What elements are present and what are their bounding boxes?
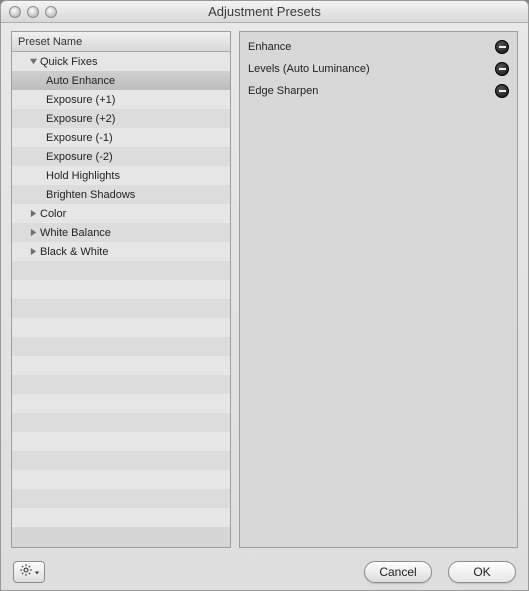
preset-item-label: Auto Enhance	[46, 75, 115, 87]
list-row-empty	[12, 413, 230, 432]
preset-item-exposure-minus-1[interactable]: Exposure (-1)	[12, 128, 230, 147]
list-row-empty	[12, 318, 230, 337]
action-menu-button[interactable]	[13, 561, 45, 583]
list-row-empty	[12, 451, 230, 470]
list-row-empty	[12, 508, 230, 527]
adjustment-label: Levels (Auto Luminance)	[248, 63, 370, 75]
zoom-window-button[interactable]	[45, 6, 57, 18]
list-row-empty	[12, 337, 230, 356]
preset-item-label: Exposure (-1)	[46, 132, 113, 144]
adjustment-row-edge-sharpen[interactable]: Edge Sharpen	[246, 80, 511, 102]
preset-item-auto-enhance[interactable]: Auto Enhance	[12, 71, 230, 90]
preset-group-color[interactable]: Color	[12, 204, 230, 223]
window-controls	[9, 6, 57, 18]
preset-item-brighten-shadows[interactable]: Brighten Shadows	[12, 185, 230, 204]
adjustment-presets-window: Adjustment Presets Preset Name Quick Fix…	[0, 0, 529, 591]
cancel-button[interactable]: Cancel	[364, 561, 432, 583]
preset-item-label: Brighten Shadows	[46, 189, 135, 201]
list-row-empty	[12, 356, 230, 375]
list-row-empty	[12, 394, 230, 413]
adjustment-detail-panel: Enhance Levels (Auto Luminance) Edge Sha…	[239, 31, 518, 548]
list-row-empty	[12, 280, 230, 299]
preset-item-label: Hold Highlights	[46, 170, 120, 182]
adjustment-row-levels[interactable]: Levels (Auto Luminance)	[246, 58, 511, 80]
preset-item-exposure-plus-1[interactable]: Exposure (+1)	[12, 90, 230, 109]
ok-button[interactable]: OK	[448, 561, 516, 583]
preset-item-exposure-minus-2[interactable]: Exposure (-2)	[12, 147, 230, 166]
list-row-empty	[12, 299, 230, 318]
content-area: Preset Name Quick Fixes Auto Enhance Exp…	[1, 23, 528, 554]
preset-item-label: Exposure (+2)	[46, 113, 115, 125]
disclosure-triangle-right-icon[interactable]	[28, 247, 38, 257]
preset-group-label: Quick Fixes	[40, 56, 97, 68]
dialog-footer: Cancel OK	[1, 554, 528, 590]
close-window-button[interactable]	[9, 6, 21, 18]
preset-item-label: Exposure (+1)	[46, 94, 115, 106]
list-row-empty	[12, 470, 230, 489]
preset-item-label: Exposure (-2)	[46, 151, 113, 163]
gear-icon	[19, 563, 33, 582]
minimize-window-button[interactable]	[27, 6, 39, 18]
list-row-empty	[12, 489, 230, 508]
preset-group-quick-fixes[interactable]: Quick Fixes	[12, 52, 230, 71]
remove-adjustment-button[interactable]	[495, 62, 509, 76]
preset-list-panel: Preset Name Quick Fixes Auto Enhance Exp…	[11, 31, 231, 548]
disclosure-triangle-right-icon[interactable]	[28, 209, 38, 219]
preset-item-hold-highlights[interactable]: Hold Highlights	[12, 166, 230, 185]
titlebar: Adjustment Presets	[1, 1, 528, 23]
remove-adjustment-button[interactable]	[495, 40, 509, 54]
disclosure-triangle-right-icon[interactable]	[28, 228, 38, 238]
preset-item-exposure-plus-2[interactable]: Exposure (+2)	[12, 109, 230, 128]
adjustment-label: Edge Sharpen	[248, 85, 318, 97]
adjustment-label: Enhance	[248, 41, 291, 53]
adjustment-row-enhance[interactable]: Enhance	[246, 36, 511, 58]
window-title: Adjustment Presets	[1, 4, 528, 19]
disclosure-triangle-down-icon[interactable]	[28, 57, 38, 67]
list-row-empty	[12, 432, 230, 451]
preset-group-black-white[interactable]: Black & White	[12, 242, 230, 261]
preset-tree: Quick Fixes Auto Enhance Exposure (+1) E…	[12, 52, 230, 547]
button-label: Cancel	[379, 565, 416, 579]
chevron-down-icon	[34, 563, 40, 581]
preset-group-label: Color	[40, 208, 66, 220]
preset-list-header[interactable]: Preset Name	[12, 32, 230, 52]
remove-adjustment-button[interactable]	[495, 84, 509, 98]
button-label: OK	[473, 565, 490, 579]
list-row-empty	[12, 375, 230, 394]
preset-group-label: White Balance	[40, 227, 111, 239]
list-row-empty	[12, 261, 230, 280]
preset-group-white-balance[interactable]: White Balance	[12, 223, 230, 242]
preset-group-label: Black & White	[40, 246, 108, 258]
